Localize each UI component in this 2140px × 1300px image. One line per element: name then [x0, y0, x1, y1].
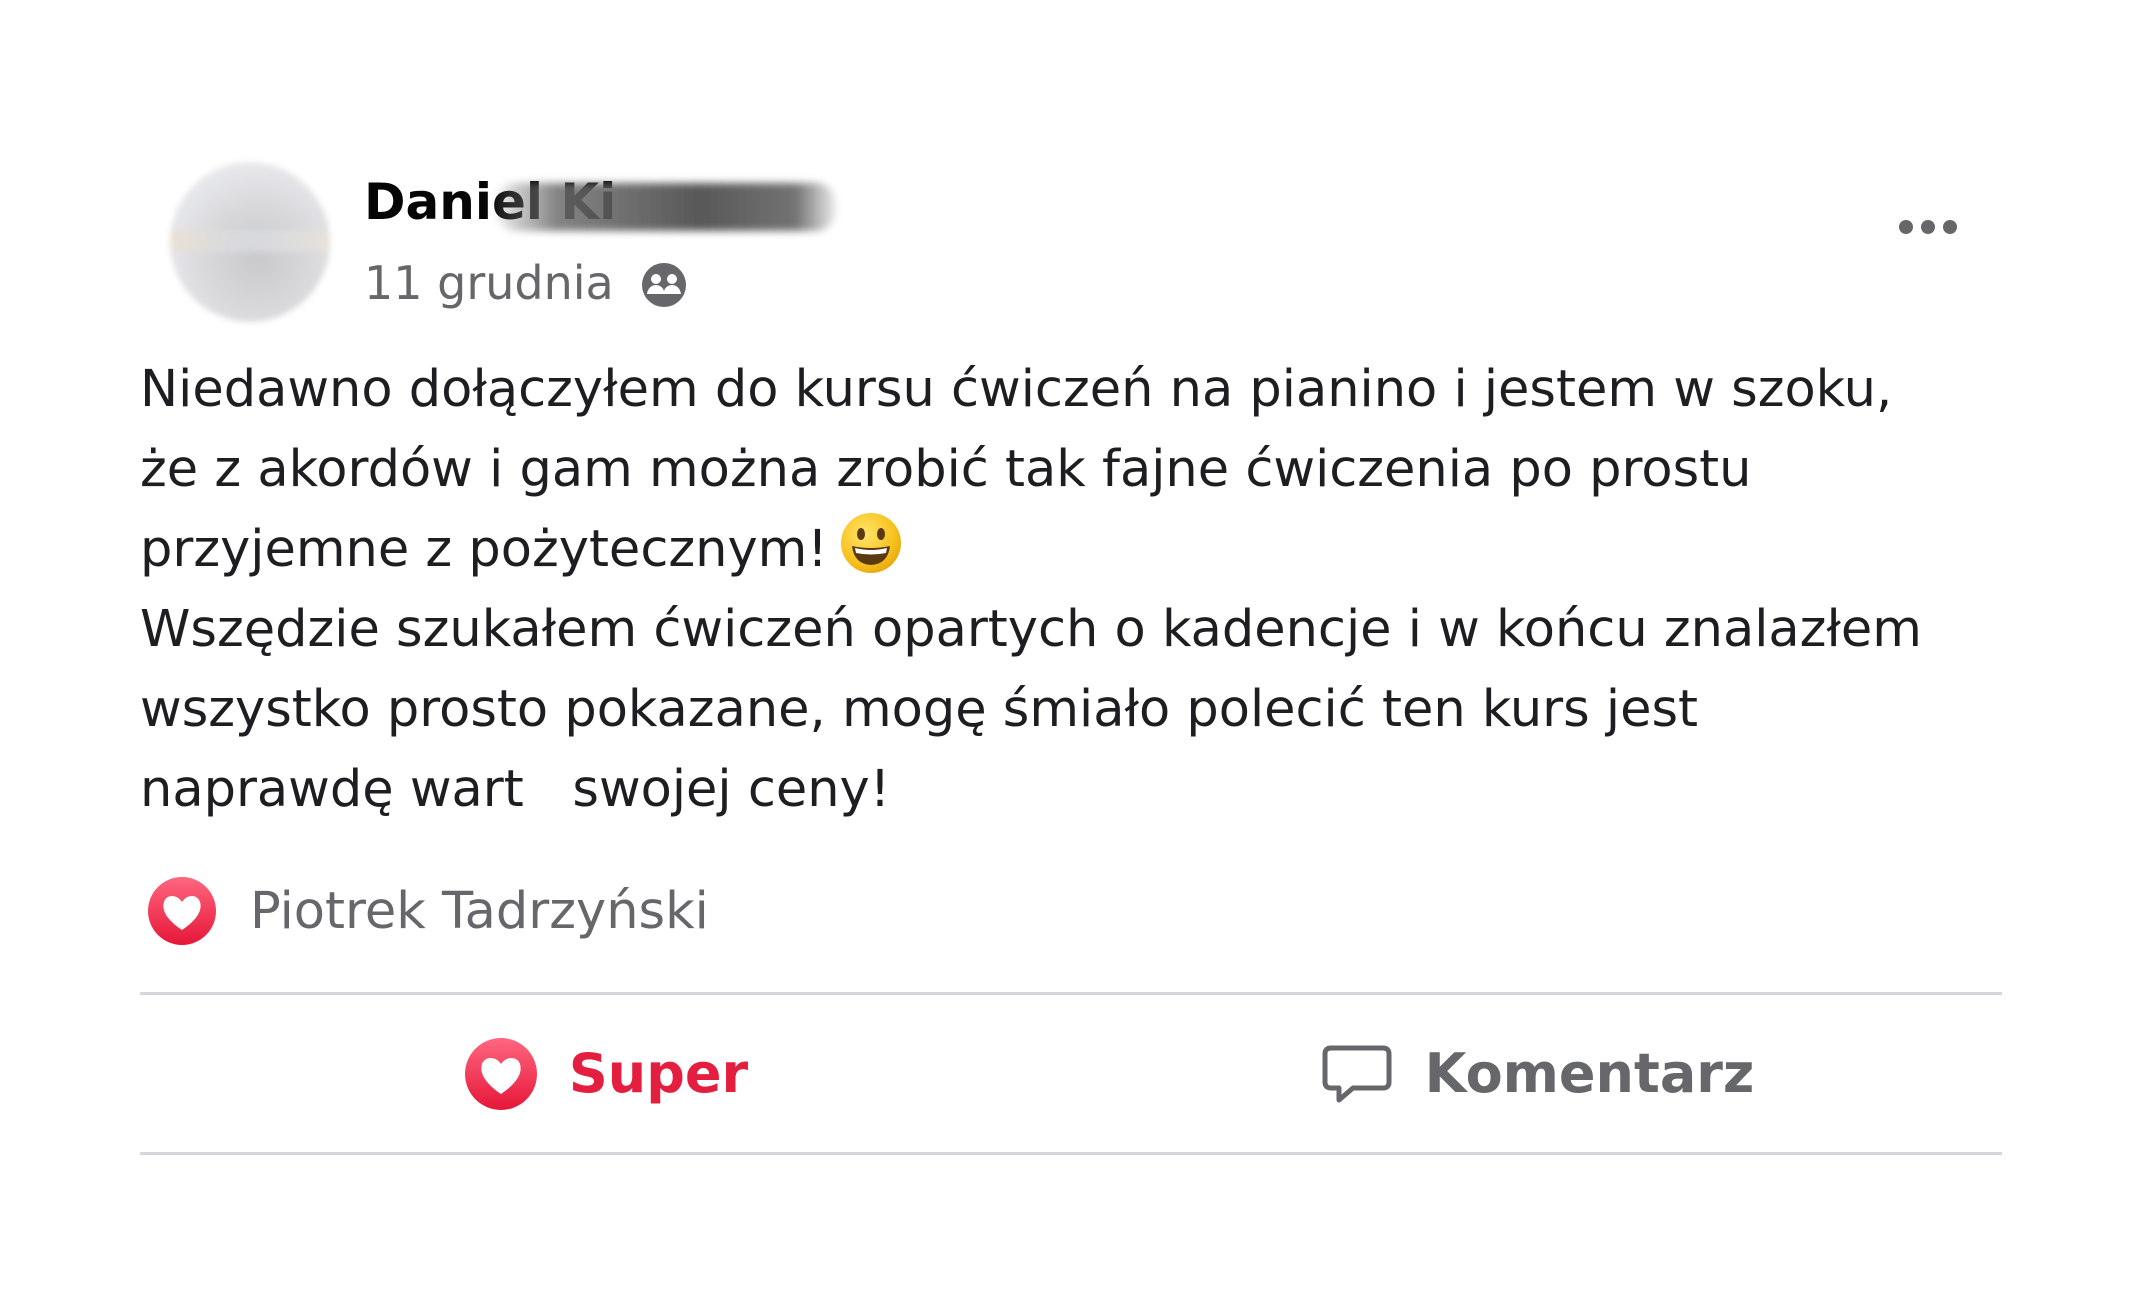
- post-body-line: naprawdę wart swojej ceny!: [140, 760, 891, 819]
- post-body: Niedawno dołączyłem do kursu ćwiczeń na …: [140, 350, 2040, 830]
- post-body-line-with-emoji: przyjemne z pożytecznym!: [140, 510, 2040, 590]
- avatar-blur-band: [170, 230, 330, 252]
- more-dot: [1921, 220, 1935, 234]
- comment-icon: [1322, 1045, 1392, 1102]
- post-body-line: że z akordów i gam można zrobić tak fajn…: [140, 440, 1752, 499]
- more-options-button[interactable]: [1888, 202, 1968, 252]
- reactions-summary[interactable]: Piotrek Tadrzyński: [146, 873, 709, 949]
- post-date[interactable]: 11 grudnia: [364, 256, 614, 310]
- post-body-line: przyjemne z pożytecznym!: [140, 520, 828, 579]
- friends-icon[interactable]: [640, 261, 688, 309]
- more-dot: [1899, 220, 1913, 234]
- more-dot: [1943, 220, 1957, 234]
- super-reaction-button[interactable]: Super: [140, 995, 1071, 1152]
- post-card: Daniel Ki 11 grudnia Niedawno dołączyłem…: [0, 0, 2140, 1300]
- heart-icon: [148, 877, 216, 945]
- comment-label: Komentarz: [1424, 1042, 1755, 1105]
- avatar[interactable]: [170, 162, 330, 322]
- post-body-line: Wszędzie szukałem ćwiczeń opartych o kad…: [140, 600, 1922, 659]
- reactor-name[interactable]: Piotrek Tadrzyński: [250, 882, 709, 941]
- post-actions: Super Komentarz: [140, 995, 2002, 1152]
- grinning-face-emoji: [840, 513, 901, 573]
- heart-icon: [464, 1037, 537, 1110]
- name-redaction-blur: [496, 183, 836, 231]
- super-label: Super: [568, 1042, 749, 1105]
- divider: [140, 1152, 2002, 1155]
- comment-button[interactable]: Komentarz: [1071, 995, 2002, 1152]
- post-body-line: wszystko prosto pokazane, mogę śmiało po…: [140, 680, 1699, 739]
- post-body-line: Niedawno dołączyłem do kursu ćwiczeń na …: [140, 360, 1893, 419]
